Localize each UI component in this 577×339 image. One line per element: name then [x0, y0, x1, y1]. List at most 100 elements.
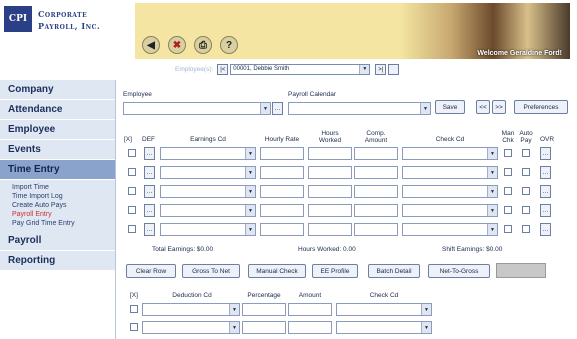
batch-detail-button[interactable]: Batch Detail: [368, 264, 420, 278]
def-lookup-button[interactable]: …: [144, 204, 155, 217]
row-delete-checkbox[interactable]: [128, 168, 136, 176]
submenu-time-import-log[interactable]: Time Import Log: [12, 192, 115, 201]
amount-input[interactable]: [288, 303, 332, 316]
row-delete-checkbox[interactable]: [128, 225, 136, 233]
hours-worked-input[interactable]: [308, 185, 352, 198]
def-lookup-button[interactable]: …: [144, 185, 155, 198]
man-chk-checkbox[interactable]: [504, 149, 512, 157]
chevron-down-icon[interactable]: ▼: [359, 65, 370, 74]
chevron-down-icon[interactable]: ▼: [487, 224, 497, 235]
hourly-rate-input[interactable]: [260, 166, 304, 179]
chevron-down-icon[interactable]: ▼: [245, 148, 255, 159]
check-cd-select[interactable]: ▼: [402, 185, 498, 198]
last-employee-button[interactable]: >|: [375, 64, 387, 75]
deduction-delete-checkbox[interactable]: [130, 305, 138, 313]
chevron-down-icon[interactable]: ▼: [487, 205, 497, 216]
earnings-cd-select[interactable]: ▼: [160, 147, 256, 160]
def-lookup-button[interactable]: …: [144, 147, 155, 160]
ovr-button[interactable]: …: [540, 166, 551, 179]
deduction-delete-checkbox[interactable]: [130, 323, 138, 331]
hourly-rate-input[interactable]: [260, 223, 304, 236]
hours-worked-input[interactable]: [308, 204, 352, 217]
save-button[interactable]: Save: [435, 100, 465, 114]
submenu-import-time[interactable]: Import Time: [12, 183, 115, 192]
ovr-button[interactable]: …: [540, 147, 551, 160]
help-icon[interactable]: ?: [220, 36, 238, 54]
submenu-create-auto-pays[interactable]: Create Auto Pays: [12, 201, 115, 210]
gross-to-net-button[interactable]: Gross To Net: [182, 264, 240, 278]
chevron-down-icon[interactable]: ▼: [487, 167, 497, 178]
sidebar-item-attendance[interactable]: Attendance: [0, 100, 115, 120]
net-to-gross-button[interactable]: Net-To-Gross: [428, 264, 490, 278]
hourly-rate-input[interactable]: [260, 204, 304, 217]
earnings-cd-select[interactable]: ▼: [160, 223, 256, 236]
row-delete-checkbox[interactable]: [128, 149, 136, 157]
chevron-down-icon[interactable]: ▼: [229, 322, 239, 333]
auto-pay-checkbox[interactable]: [522, 187, 530, 195]
sidebar-item-events[interactable]: Events: [0, 140, 115, 160]
auto-pay-checkbox[interactable]: [522, 225, 530, 233]
ovr-button[interactable]: …: [540, 204, 551, 217]
earnings-cd-select[interactable]: ▼: [160, 185, 256, 198]
def-lookup-button[interactable]: …: [144, 223, 155, 236]
chevron-down-icon[interactable]: ▼: [421, 304, 431, 315]
chevron-down-icon[interactable]: ▼: [245, 224, 255, 235]
hours-worked-input[interactable]: [308, 147, 352, 160]
man-chk-checkbox[interactable]: [504, 206, 512, 214]
percentage-input[interactable]: [242, 303, 286, 316]
chevron-down-icon[interactable]: ▼: [245, 167, 255, 178]
submenu-payroll-entry[interactable]: Payroll Entry: [12, 210, 115, 219]
employee-select[interactable]: ▼: [123, 102, 271, 115]
manual-check-button[interactable]: Manual Check: [248, 264, 306, 278]
ovr-button[interactable]: …: [540, 185, 551, 198]
first-employee-button[interactable]: |<: [217, 64, 229, 75]
sidebar-item-company[interactable]: Company: [0, 80, 115, 100]
check-cd-select[interactable]: ▼: [402, 223, 498, 236]
next-period-button[interactable]: >>: [492, 100, 506, 114]
ovr-button[interactable]: …: [540, 223, 551, 236]
employee-nav-extra-button[interactable]: [388, 64, 400, 75]
chevron-down-icon[interactable]: ▼: [229, 304, 239, 315]
man-chk-checkbox[interactable]: [504, 187, 512, 195]
chevron-down-icon[interactable]: ▼: [487, 186, 497, 197]
hours-worked-input[interactable]: [308, 223, 352, 236]
sidebar-item-employee[interactable]: Employee: [0, 120, 115, 140]
check-cd-select[interactable]: ▼: [402, 166, 498, 179]
row-delete-checkbox[interactable]: [128, 206, 136, 214]
chevron-down-icon[interactable]: ▼: [245, 205, 255, 216]
chevron-down-icon[interactable]: ▼: [420, 103, 430, 114]
comp-amount-input[interactable]: [354, 147, 398, 160]
check-cd-select[interactable]: ▼: [402, 204, 498, 217]
hourly-rate-input[interactable]: [260, 185, 304, 198]
employee-lookup-button[interactable]: …: [272, 102, 283, 115]
hourly-rate-input[interactable]: [260, 147, 304, 160]
preferences-button[interactable]: Preferences: [514, 100, 568, 114]
sidebar-item-time-entry[interactable]: Time Entry: [0, 160, 115, 180]
man-chk-checkbox[interactable]: [504, 168, 512, 176]
sidebar-item-payroll[interactable]: Payroll: [0, 231, 115, 251]
auto-pay-checkbox[interactable]: [522, 206, 530, 214]
hours-worked-input[interactable]: [308, 166, 352, 179]
deduction-cd-select[interactable]: ▼: [142, 303, 240, 316]
submenu-pay-grid-time-entry[interactable]: Pay Grid Time Entry: [12, 219, 115, 228]
clear-row-button[interactable]: Clear Row: [126, 264, 176, 278]
percentage-input[interactable]: [242, 321, 286, 334]
chevron-down-icon[interactable]: ▼: [487, 148, 497, 159]
earnings-cd-select[interactable]: ▼: [160, 166, 256, 179]
chevron-down-icon[interactable]: ▼: [260, 103, 270, 114]
comp-amount-input[interactable]: [354, 204, 398, 217]
sidebar-item-reporting[interactable]: Reporting: [0, 251, 115, 271]
def-lookup-button[interactable]: …: [144, 166, 155, 179]
comp-amount-input[interactable]: [354, 166, 398, 179]
auto-pay-checkbox[interactable]: [522, 149, 530, 157]
check-cd-select[interactable]: ▼: [402, 147, 498, 160]
delete-icon[interactable]: ✖: [168, 36, 186, 54]
comp-amount-input[interactable]: [354, 223, 398, 236]
auto-pay-checkbox[interactable]: [522, 168, 530, 176]
earnings-cd-select[interactable]: ▼: [160, 204, 256, 217]
deduction-cd-select[interactable]: ▼: [142, 321, 240, 334]
employee-selector[interactable]: 00001, Debbie Smith ▼: [230, 64, 371, 75]
ee-profile-button[interactable]: EE Profile: [312, 264, 358, 278]
comp-amount-input[interactable]: [354, 185, 398, 198]
man-chk-checkbox[interactable]: [504, 225, 512, 233]
